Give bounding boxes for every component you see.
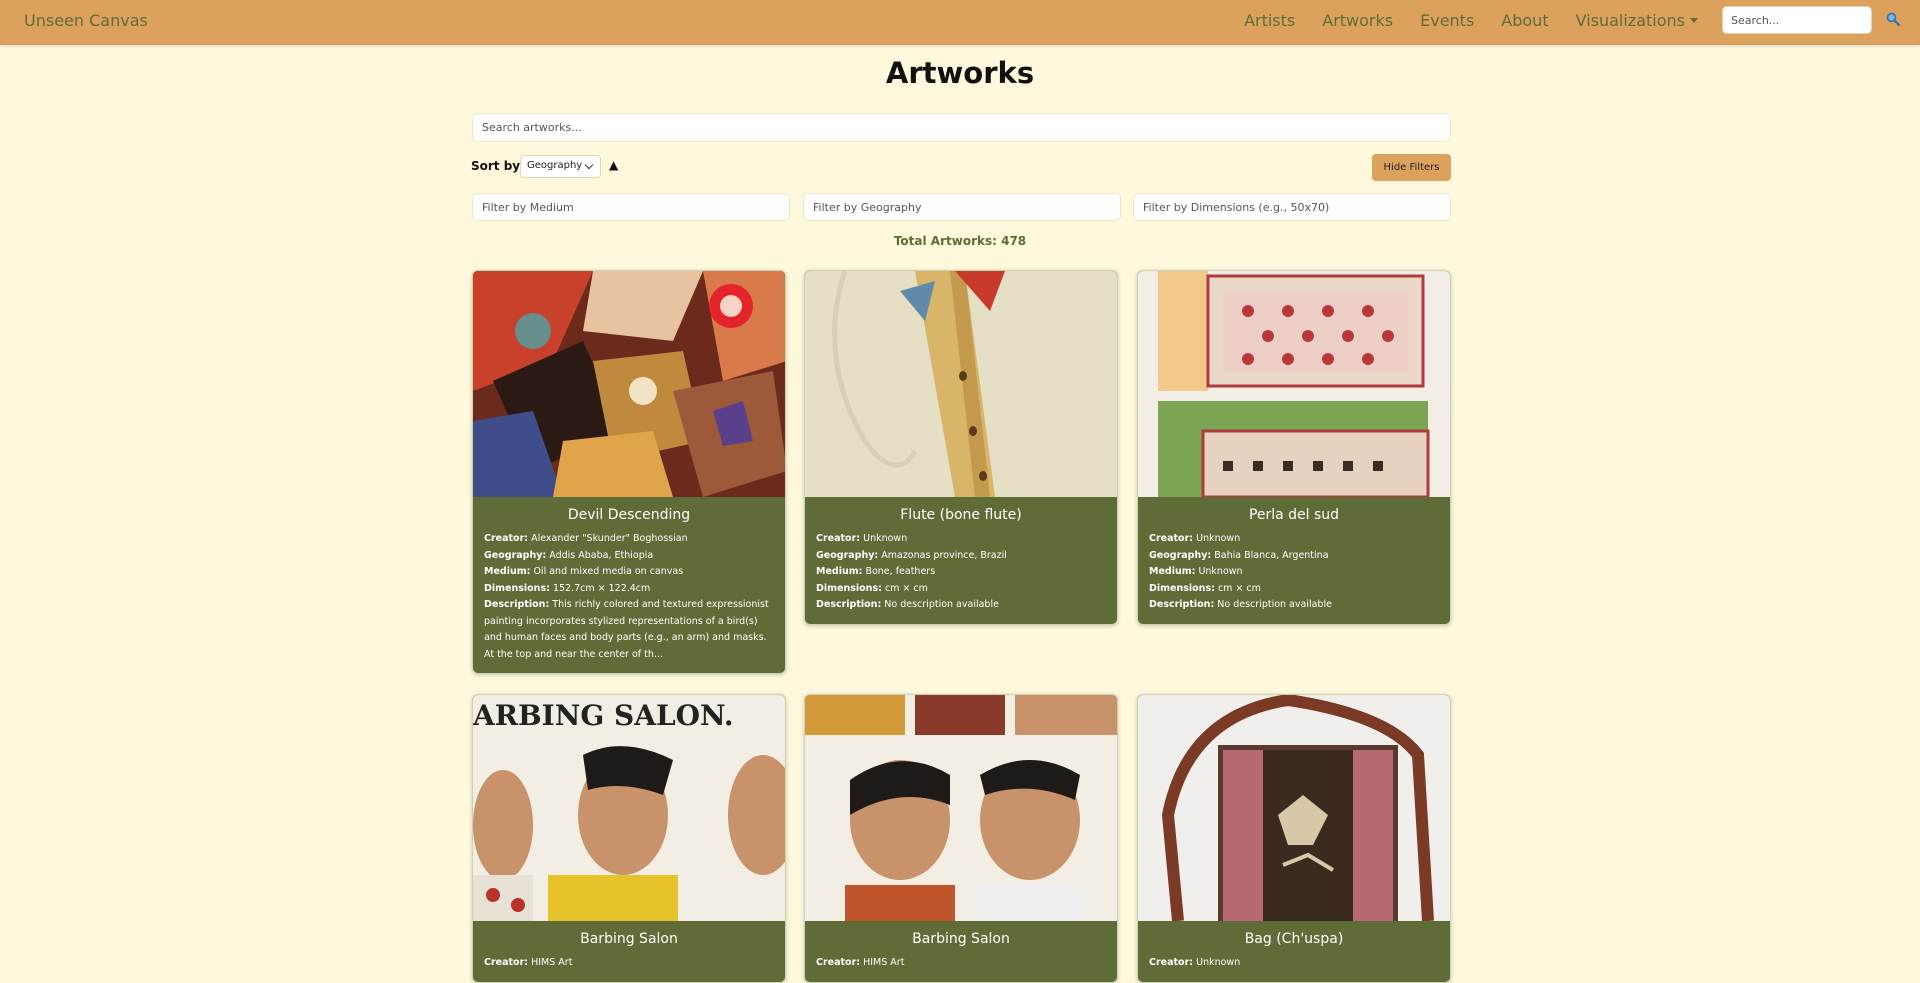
artwork-image [473,271,785,497]
artwork-card[interactable]: Perla del sud Creator: Unknown Geography… [1137,270,1451,625]
artwork-description: Description: This richly colored and tex… [484,599,769,660]
search-icon[interactable] [1886,11,1902,27]
artwork-geography: Geography: Bahia Blanca, Argentina [1149,549,1329,561]
artwork-card-body: Perla del sud Creator: Unknown Geography… [1138,497,1450,624]
artwork-card[interactable]: Devil Descending Creator: Alexander "Sku… [472,270,786,674]
hide-filters-button[interactable]: Hide Filters [1372,154,1451,181]
artwork-card-body: Bag (Ch'uspa) Creator: Unknown [1138,921,1450,982]
artwork-image [1138,271,1450,497]
nav-dropdown-visualizations[interactable]: Visualizations [1576,11,1698,30]
nav-link-artists[interactable]: Artists [1244,11,1295,30]
artwork-image [1138,695,1450,921]
artwork-creator: Creator: Unknown [1149,533,1241,544]
artwork-card[interactable]: ARBING SALON. Barbing Salon Creator: HIM… [472,694,786,983]
nav-dropdown-label: Visualizations [1575,11,1685,30]
artwork-card-body: Devil Descending Creator: Alexander "Sku… [473,497,785,673]
artwork-dimensions: Dimensions: cm × cm [816,582,928,594]
artwork-card[interactable]: Bag (Ch'uspa) Creator: Unknown [1137,694,1451,983]
artwork-geography: Geography: Addis Ababa, Ethiopia [484,549,654,561]
navbar: Unseen Canvas Artists Artworks Events Ab… [0,0,1920,45]
chevron-down-icon [584,160,594,170]
nav-link-about[interactable]: About [1501,11,1548,30]
artwork-card-body: Flute (bone flute) Creator: Unknown Geog… [805,497,1117,624]
sort-select[interactable]: Geography [520,155,601,178]
artwork-card[interactable]: Barbing Salon Creator: HIMS Art [804,694,1118,983]
brand-link[interactable]: Unseen Canvas [24,11,148,30]
caret-down-icon [1690,18,1698,23]
sort-label: Sort by [471,159,521,173]
nav-link-artworks[interactable]: Artworks [1322,11,1393,30]
nav-search-input[interactable] [1722,6,1872,34]
artwork-medium: Medium: Bone, feathers [816,566,936,577]
artwork-creator: Creator: Unknown [816,533,908,544]
artwork-title: Perla del sud [1248,507,1340,523]
artwork-medium: Medium: Unknown [1149,566,1243,577]
artwork-creator: Creator: Unknown [1149,957,1241,968]
artwork-image: ARBING SALON. [473,695,785,921]
filter-dimensions-input[interactable] [1133,193,1451,221]
artwork-title: Barbing Salon [580,931,678,947]
svg-text:ARBING SALON.: ARBING SALON. [473,699,734,732]
artwork-image [805,695,1117,921]
artwork-card[interactable]: Flute (bone flute) Creator: Unknown Geog… [804,270,1118,625]
sort-direction-toggle[interactable]: ▲ [609,158,618,172]
sort-select-value: Geography [527,160,583,171]
total-artworks-count: Total Artworks: 478 [893,234,1027,248]
artwork-title: Barbing Salon [912,931,1010,947]
artwork-geography: Geography: Amazonas province, Brazil [816,549,1007,561]
artwork-dimensions: Dimensions: cm × cm [1149,582,1261,594]
artwork-creator: Creator: HIMS Art [816,957,905,968]
artwork-card-body: Barbing Salon Creator: HIMS Art [805,921,1117,982]
page-title: Artworks [885,56,1035,90]
artwork-search-input[interactable] [472,113,1451,142]
artwork-title: Flute (bone flute) [900,507,1022,523]
filter-medium-input[interactable] [472,193,790,221]
artwork-creator: Creator: HIMS Art [484,957,573,968]
artwork-title: Devil Descending [567,507,691,523]
artwork-medium: Medium: Oil and mixed media on canvas [484,566,684,577]
artwork-card-body: Barbing Salon Creator: HIMS Art [473,921,785,982]
artwork-dimensions: Dimensions: 152.7cm × 122.4cm [484,582,651,594]
artwork-description: Description: No description available [1149,599,1332,610]
nav-link-events[interactable]: Events [1420,11,1474,30]
nav-links: Artists Artworks Events About Visualizat… [1244,11,1698,30]
filter-geography-input[interactable] [803,193,1121,221]
artwork-description: Description: No description available [816,599,999,610]
artwork-image [805,271,1117,497]
artwork-creator: Creator: Alexander "Skunder" Boghossian [484,533,688,544]
artwork-title: Bag (Ch'uspa) [1244,931,1344,947]
